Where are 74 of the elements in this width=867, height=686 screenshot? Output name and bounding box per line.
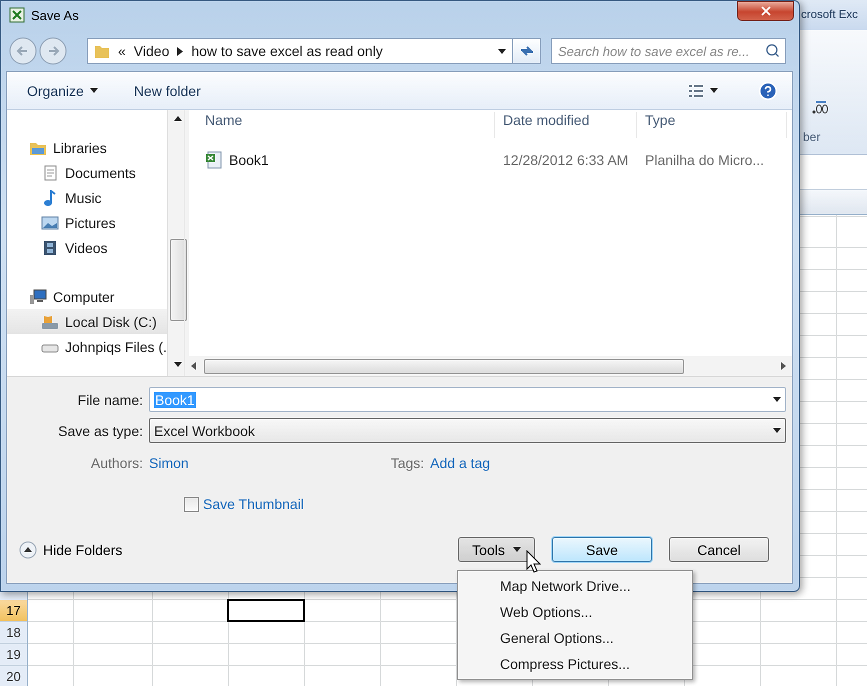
menu-item[interactable]: General Options... bbox=[460, 625, 690, 651]
refresh-button[interactable] bbox=[513, 38, 541, 64]
navigation-item[interactable]: Pictures bbox=[7, 210, 167, 235]
navigation-item[interactable]: Documents bbox=[7, 160, 167, 185]
field-label: File name: bbox=[76, 392, 144, 408]
field-label: Authors: bbox=[90, 455, 144, 471]
drive-icon bbox=[41, 314, 59, 330]
navigation-item[interactable]: Computer bbox=[7, 284, 167, 309]
ribbon-group-label: ber bbox=[803, 130, 822, 144]
refresh-icon bbox=[518, 44, 534, 58]
window-title: crosoft Exc bbox=[801, 9, 858, 21]
close-icon bbox=[758, 4, 772, 18]
film-icon bbox=[41, 240, 59, 256]
collapse-icon bbox=[19, 540, 37, 558]
authors-link[interactable]: Simon bbox=[149, 455, 189, 471]
menu-item[interactable]: Web Options... bbox=[460, 599, 690, 625]
close-button[interactable] bbox=[737, 1, 794, 21]
chevron-icon[interactable] bbox=[177, 46, 184, 56]
scrollbar-thumb[interactable] bbox=[204, 358, 684, 374]
navigation-item[interactable]: Local Disk (C:) bbox=[7, 309, 167, 334]
caret-icon bbox=[710, 88, 718, 93]
checkbox[interactable] bbox=[184, 496, 199, 512]
field-label: Save as type: bbox=[57, 422, 144, 438]
hide-folders-button[interactable]: Hide Folders bbox=[19, 540, 122, 558]
navigation-item[interactable]: Libraries bbox=[7, 135, 167, 160]
decimal-icon bbox=[812, 100, 828, 114]
checkbox-label[interactable]: Save Thumbnail bbox=[203, 496, 304, 512]
menu-item[interactable]: Map Network Drive... bbox=[460, 573, 690, 599]
search-field[interactable]: Search how to save excel as re... bbox=[551, 38, 786, 64]
caret-icon bbox=[773, 397, 781, 402]
scroll-left-icon[interactable] bbox=[191, 362, 196, 370]
help-icon[interactable] bbox=[758, 80, 778, 100]
spreadsheet-file-icon bbox=[205, 151, 223, 169]
file-name[interactable]: Book1 bbox=[185, 151, 495, 169]
scroll-right-icon[interactable] bbox=[781, 362, 786, 370]
breadcrumb[interactable]: Video bbox=[134, 43, 170, 59]
file-type: Planilha do Micro... bbox=[644, 152, 766, 168]
navigation-item[interactable]: Videos bbox=[7, 235, 167, 260]
date-modified: 12/28/2012 6:33 AM bbox=[502, 152, 630, 168]
save-button[interactable]: Save bbox=[552, 537, 652, 562]
scrollbar-thumb[interactable] bbox=[170, 239, 187, 321]
scrollbar[interactable] bbox=[166, 110, 189, 376]
field-label: Tags: bbox=[390, 455, 426, 471]
spreadsheet-icon bbox=[9, 7, 25, 23]
picture-icon bbox=[41, 214, 59, 230]
breadcrumb[interactable]: how to save excel as read only bbox=[191, 43, 383, 59]
address-bar[interactable]: « Video how to save excel as read only bbox=[87, 38, 513, 64]
dialog-title: Save As bbox=[31, 7, 79, 24]
breadcrumb-overflow[interactable]: « bbox=[118, 43, 126, 59]
caret-icon bbox=[498, 48, 506, 54]
save-as-type-dropdown[interactable]: Excel Workbook bbox=[149, 418, 786, 443]
column-header[interactable]: Name bbox=[185, 112, 495, 138]
folder-icon bbox=[94, 43, 110, 59]
search-icon bbox=[765, 43, 780, 58]
column-header[interactable]: Date modified bbox=[495, 112, 637, 138]
view-menu-button[interactable] bbox=[688, 84, 718, 98]
menu-item[interactable]: Compress Pictures... bbox=[460, 651, 690, 677]
navigation-item[interactable]: Johnpiqs Files (. bbox=[7, 334, 167, 359]
caret-icon bbox=[90, 88, 98, 93]
active-cell[interactable] bbox=[227, 599, 305, 622]
navigation-item[interactable]: Music bbox=[7, 185, 167, 210]
cancel-button[interactable]: Cancel bbox=[669, 537, 769, 562]
caret-up-icon bbox=[174, 116, 182, 121]
list-view-icon bbox=[688, 84, 704, 98]
caret-icon bbox=[773, 428, 781, 433]
organize-button[interactable]: Organize bbox=[27, 82, 98, 98]
column-header[interactable]: Type bbox=[637, 112, 787, 138]
tools-button[interactable]: Tools bbox=[458, 537, 535, 562]
new-folder-button[interactable]: New folder bbox=[134, 82, 201, 98]
row-header[interactable]: 17 bbox=[0, 600, 27, 622]
caret-icon bbox=[512, 547, 521, 552]
tags-link[interactable]: Add a tag bbox=[430, 455, 490, 471]
caret-icon bbox=[174, 362, 182, 367]
computer-icon bbox=[29, 288, 47, 304]
